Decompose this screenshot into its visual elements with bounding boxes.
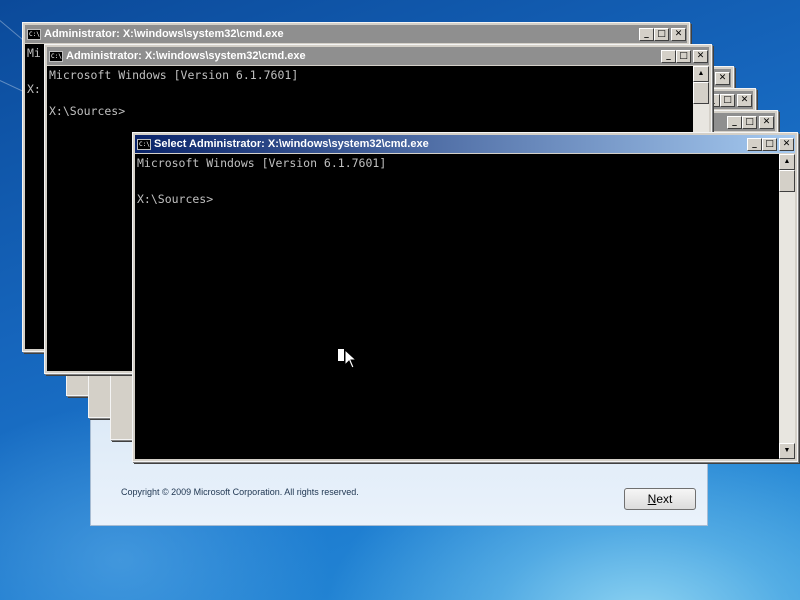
window-title: Administrator: X:\windows\system32\cmd.e… — [66, 50, 306, 62]
scroll-up-icon[interactable]: ▲ — [779, 154, 795, 170]
scroll-thumb[interactable] — [693, 82, 709, 104]
scroll-up-icon[interactable]: ▲ — [693, 66, 709, 82]
console-line: Microsoft Windows [Version 6.1.7601] — [137, 156, 387, 170]
console-line: X:\Sources> — [49, 104, 126, 118]
window-title: Select Administrator: X:\windows\system3… — [154, 138, 429, 150]
scroll-thumb[interactable] — [779, 170, 795, 192]
copyright-text: Copyright © 2009 Microsoft Corporation. … — [121, 487, 359, 497]
window-titlebar[interactable]: C:\ Select Administrator: X:\windows\sys… — [135, 135, 795, 153]
console-line: X:\Sources> — [137, 192, 214, 206]
maximize-icon[interactable]: □ — [654, 27, 669, 41]
minimize-icon[interactable]: _ — [639, 27, 654, 41]
mouse-pointer-icon — [345, 350, 357, 369]
close-icon[interactable]: ✕ — [715, 71, 730, 85]
cmd-app-icon[interactable]: C:\ — [27, 28, 41, 40]
vertical-scrollbar[interactable]: ▲ ▼ — [779, 154, 795, 459]
maximize-icon[interactable]: □ — [762, 137, 777, 151]
maximize-icon[interactable]: □ — [742, 115, 757, 129]
minimize-icon[interactable]: _ — [747, 137, 762, 151]
close-icon[interactable]: ✕ — [693, 49, 708, 63]
close-icon[interactable]: ✕ — [759, 115, 774, 129]
minimize-icon[interactable]: _ — [727, 115, 742, 129]
scroll-down-icon[interactable]: ▼ — [779, 443, 795, 459]
maximize-icon[interactable]: □ — [720, 93, 735, 107]
text-cursor-block — [338, 349, 344, 361]
cmd-app-icon[interactable]: C:\ — [49, 50, 63, 62]
window-titlebar[interactable]: C:\ Administrator: X:\windows\system32\c… — [47, 47, 709, 65]
maximize-icon[interactable]: □ — [676, 49, 691, 63]
next-button[interactable]: Next — [624, 488, 696, 510]
cmd-window-active[interactable]: C:\ Select Administrator: X:\windows\sys… — [132, 132, 798, 462]
window-titlebar[interactable]: C:\ Administrator: X:\windows\system32\c… — [25, 25, 687, 43]
close-icon[interactable]: ✕ — [671, 27, 686, 41]
close-icon[interactable]: ✕ — [779, 137, 794, 151]
console-line: Microsoft Windows [Version 6.1.7601] — [49, 68, 299, 82]
console-output[interactable]: Microsoft Windows [Version 6.1.7601] X:\… — [135, 154, 779, 459]
cmd-app-icon[interactable]: C:\ — [137, 138, 151, 150]
minimize-icon[interactable]: _ — [661, 49, 676, 63]
close-icon[interactable]: ✕ — [737, 93, 752, 107]
window-title: Administrator: X:\windows\system32\cmd.e… — [44, 28, 284, 40]
next-button-label: ext — [656, 492, 673, 506]
